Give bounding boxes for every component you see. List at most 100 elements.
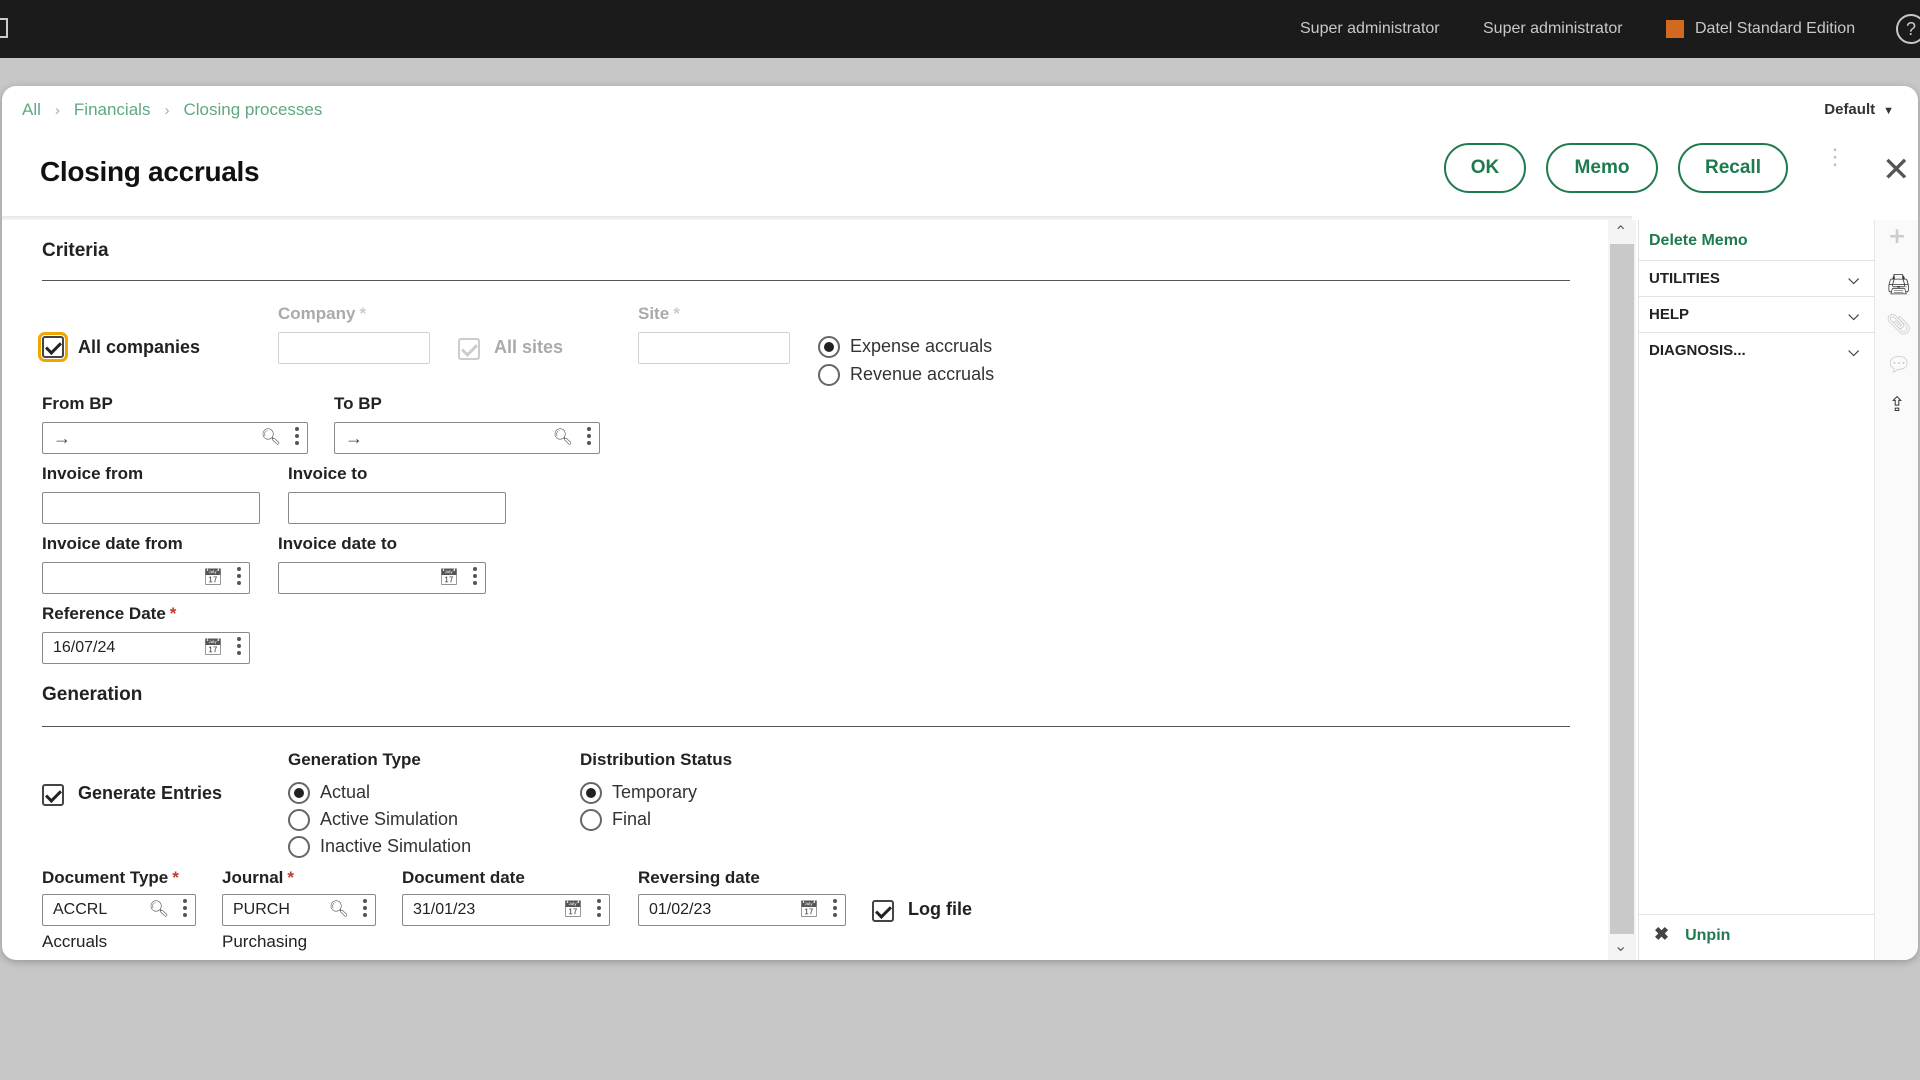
temporary-radio[interactable] — [580, 782, 602, 804]
site-required-mark: * — [673, 304, 680, 323]
reference-date-required-mark: * — [169, 604, 177, 623]
closing-accruals-dialog: All › Financials › Closing processes Default… — [2, 86, 1918, 960]
recall-button[interactable]: Recall — [1678, 143, 1788, 193]
company-label-text: Company — [278, 304, 356, 323]
field-menu-icon[interactable] — [363, 899, 367, 920]
help-section[interactable]: HELP ⌵ — [1639, 296, 1875, 332]
menu-icon[interactable] — [0, 18, 8, 38]
ok-button[interactable]: OK — [1444, 143, 1526, 193]
site-field — [638, 332, 790, 364]
generate-entries-checkbox[interactable] — [42, 784, 64, 806]
search-icon[interactable]: 🔍︎ — [329, 895, 349, 925]
field-menu-icon[interactable] — [237, 637, 241, 658]
revenue-accruals-radio[interactable] — [818, 364, 840, 386]
calendar-icon[interactable]: 📅︎ — [203, 563, 223, 593]
user-role[interactable]: Super administrator — [1483, 20, 1623, 38]
log-file-checkbox[interactable] — [872, 900, 894, 922]
calendar-icon[interactable]: 📅︎ — [563, 895, 583, 925]
calendar-icon[interactable]: 📅︎ — [799, 895, 819, 925]
criteria-divider — [42, 280, 1570, 281]
document-date-label: Document date — [402, 868, 525, 887]
search-icon[interactable]: 🔍︎ — [149, 895, 169, 925]
scroll-up-icon[interactable]: ⌃ — [1614, 222, 1627, 242]
more-actions-icon[interactable]: ⋮ — [1824, 146, 1846, 168]
paperclip-icon[interactable]: 📎︎ — [1886, 312, 1911, 337]
close-icon[interactable]: ✕ — [1882, 153, 1911, 187]
document-type-description: Accruals — [42, 932, 108, 951]
all-companies-checkbox[interactable] — [38, 332, 68, 362]
search-icon[interactable]: 🔍︎ — [261, 423, 281, 453]
edition-color-icon — [1666, 20, 1684, 38]
document-date-field[interactable]: 31/01/23 📅︎ — [402, 894, 610, 926]
chevron-right-icon: › — [164, 102, 170, 119]
log-file-label: Log file — [908, 899, 972, 919]
invoice-date-to-field[interactable]: 📅︎ — [278, 562, 486, 594]
diagnosis-section[interactable]: DIAGNOSIS... ⌵ — [1639, 332, 1875, 368]
delete-memo-link[interactable]: Delete Memo — [1649, 232, 1748, 250]
invoice-from-field[interactable] — [42, 492, 260, 524]
side-panel: Delete Memo UTILITIES ⌵ HELP ⌵ DIAGNOSIS..… — [1638, 220, 1875, 960]
all-sites-checkbox — [458, 338, 480, 360]
document-type-field[interactable]: ACCRL 🔍︎ — [42, 894, 196, 926]
user-name[interactable]: Super administrator — [1300, 20, 1440, 38]
utilities-section[interactable]: UTILITIES ⌵ — [1639, 260, 1875, 296]
site-label-text: Site — [638, 304, 670, 323]
active-simulation-radio[interactable] — [288, 809, 310, 831]
scroll-down-icon[interactable]: ⌄ — [1614, 936, 1627, 956]
edition-name[interactable]: Datel Standard Edition — [1695, 20, 1855, 38]
to-bp-field[interactable]: → 🔍︎ — [334, 422, 600, 454]
comment-icon[interactable]: 💬︎ — [1886, 352, 1911, 377]
field-menu-icon[interactable] — [295, 427, 299, 448]
reference-date-field[interactable]: 16/07/24 📅︎ — [42, 632, 250, 664]
reference-date-label-text: Reference Date — [42, 604, 166, 623]
inactive-simulation-radio[interactable] — [288, 836, 310, 858]
from-bp-label: From BP — [42, 394, 113, 413]
reversing-date-field[interactable]: 01/02/23 📅︎ — [638, 894, 846, 926]
invoice-date-to-label: Invoice date to — [278, 534, 398, 553]
company-field — [278, 332, 430, 364]
view-selector[interactable]: Default ▼ — [1824, 101, 1894, 118]
reference-date-value: 16/07/24 — [53, 639, 116, 656]
field-menu-icon[interactable] — [597, 899, 601, 920]
help-icon[interactable]: ? — [1896, 14, 1920, 44]
invoice-date-from-field[interactable]: 📅︎ — [42, 562, 250, 594]
final-radio[interactable] — [580, 809, 602, 831]
share-icon[interactable]: ⇪ — [1886, 392, 1908, 417]
chevron-down-icon: ⌵ — [1848, 271, 1859, 287]
expense-accruals-label: Expense accruals — [850, 336, 993, 356]
invoice-to-field[interactable] — [288, 492, 506, 524]
journal-value: PURCH — [233, 901, 290, 918]
breadcrumb-all[interactable]: All — [22, 100, 41, 119]
chevron-down-icon: ⌵ — [1848, 343, 1859, 359]
field-menu-icon[interactable] — [833, 899, 837, 920]
generation-title: Generation — [42, 684, 143, 705]
to-bp-label: To BP — [334, 394, 382, 413]
search-icon[interactable]: 🔍︎ — [553, 423, 573, 453]
print-icon[interactable]: 🖨︎ — [1886, 272, 1911, 297]
expense-accruals-radio[interactable] — [818, 336, 840, 358]
reversing-date-value: 01/02/23 — [649, 901, 712, 918]
memo-button[interactable]: Memo — [1546, 143, 1658, 193]
calendar-icon[interactable]: 📅︎ — [439, 563, 459, 593]
calendar-icon[interactable]: 📅︎ — [203, 633, 223, 663]
field-menu-icon[interactable] — [473, 567, 477, 588]
field-menu-icon[interactable] — [587, 427, 591, 448]
field-menu-icon[interactable] — [183, 899, 187, 920]
unpin-button[interactable]: ✖ Unpin — [1654, 924, 1730, 945]
scrollbar-thumb[interactable] — [1610, 244, 1634, 934]
actual-radio[interactable] — [288, 782, 310, 804]
journal-label-text: Journal — [222, 868, 284, 887]
field-menu-icon[interactable] — [237, 567, 241, 588]
company-required-mark: * — [359, 304, 367, 323]
breadcrumb-financials[interactable]: Financials — [74, 100, 151, 119]
breadcrumb-closing-processes[interactable]: Closing processes — [183, 100, 322, 119]
generate-entries-label: Generate Entries — [78, 783, 223, 803]
document-type-required-mark: * — [172, 868, 179, 887]
view-selector-label: Default — [1824, 101, 1876, 118]
from-bp-field[interactable]: → 🔍︎ — [42, 422, 308, 454]
generation-type-label: Generation Type — [288, 750, 421, 769]
journal-field[interactable]: PURCH 🔍︎ — [222, 894, 376, 926]
unpin-label: Unpin — [1685, 927, 1731, 944]
invoice-to-label: Invoice to — [288, 464, 368, 483]
plus-icon[interactable]: ➕︎ — [1886, 226, 1908, 249]
